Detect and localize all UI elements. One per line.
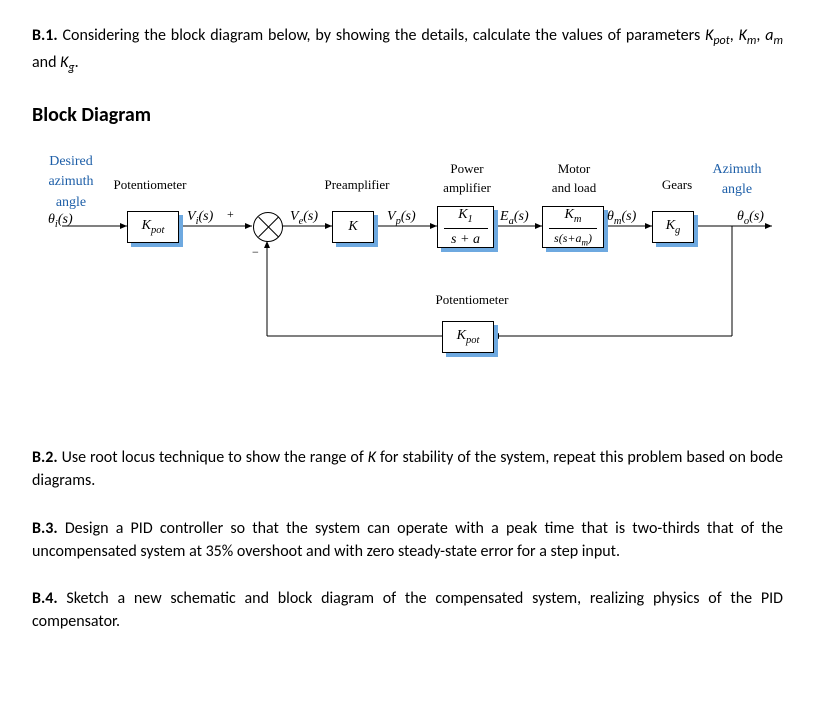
problem-number: B.4. — [32, 589, 58, 608]
problem-text: Use root locus technique to show the ran… — [32, 448, 783, 490]
block-kpot-in: Kpot — [127, 211, 179, 243]
label-desired-azimuth: Desiredazimuthangle — [36, 152, 106, 213]
block-kpot-fb: Kpot — [442, 321, 494, 353]
diagram-title: Block Diagram — [32, 101, 783, 130]
label-gears: Gears — [652, 176, 702, 195]
sum-minus: − — [252, 244, 259, 261]
problem-number: B.2. — [32, 448, 58, 467]
power-amp-den: s + a — [451, 230, 480, 250]
summing-junction — [253, 212, 283, 242]
problem-b1: B.1. Considering the block diagram below… — [32, 24, 783, 77]
gears-text: Kg — [666, 216, 681, 238]
sig-ea: Ea(s) — [500, 207, 529, 229]
sig-ve: Ve(s) — [290, 207, 318, 229]
block-diagram: Desiredazimuthangle θi(s) Potentiometer … — [42, 136, 782, 416]
problem-text: Design a PID controller so that the syst… — [32, 519, 783, 561]
motor-num: Km — [565, 205, 582, 227]
sum-plus: + — [227, 206, 234, 223]
problem-number: B.1. — [32, 26, 58, 45]
block-preamp-text: K — [348, 217, 357, 237]
problem-b3: B.3. Design a PID controller so that the… — [32, 517, 783, 563]
motor-den: s(s+am) — [554, 230, 592, 249]
sig-vp: Vp(s) — [387, 207, 416, 229]
block-motor: Km s(s+am) — [542, 206, 604, 248]
label-power-amp: Poweramplifier — [432, 160, 502, 198]
label-azimuth-angle: Azimuthangle — [702, 160, 772, 201]
problem-text: Considering the block diagram below, by … — [32, 26, 783, 72]
label-potentiometer-in: Potentiometer — [100, 176, 200, 195]
sig-theta-i: θi(s) — [48, 210, 73, 232]
label-motor-load: Motorand load — [538, 160, 610, 198]
problem-number: B.3. — [32, 519, 58, 538]
problem-b2: B.2. Use root locus technique to show th… — [32, 446, 783, 492]
block-kpot-in-text: Kpot — [142, 216, 165, 238]
problem-text: Sketch a new schematic and block diagram… — [32, 589, 783, 631]
block-power-amp: K1 s + a — [437, 206, 494, 248]
power-amp-num: K1 — [458, 205, 473, 227]
label-potentiometer-fb: Potentiometer — [427, 291, 517, 310]
block-gears: Kg — [652, 211, 694, 243]
sig-vi: Vi(s) — [187, 207, 213, 229]
sig-theta-o: θo(s) — [737, 207, 764, 229]
block-preamp: K — [332, 211, 374, 243]
sig-theta-m: θm(s) — [607, 207, 636, 229]
block-kpot-fb-text: Kpot — [457, 326, 480, 348]
label-preamplifier: Preamplifier — [312, 176, 402, 195]
problem-b4: B.4. Sketch a new schematic and block di… — [32, 587, 783, 633]
